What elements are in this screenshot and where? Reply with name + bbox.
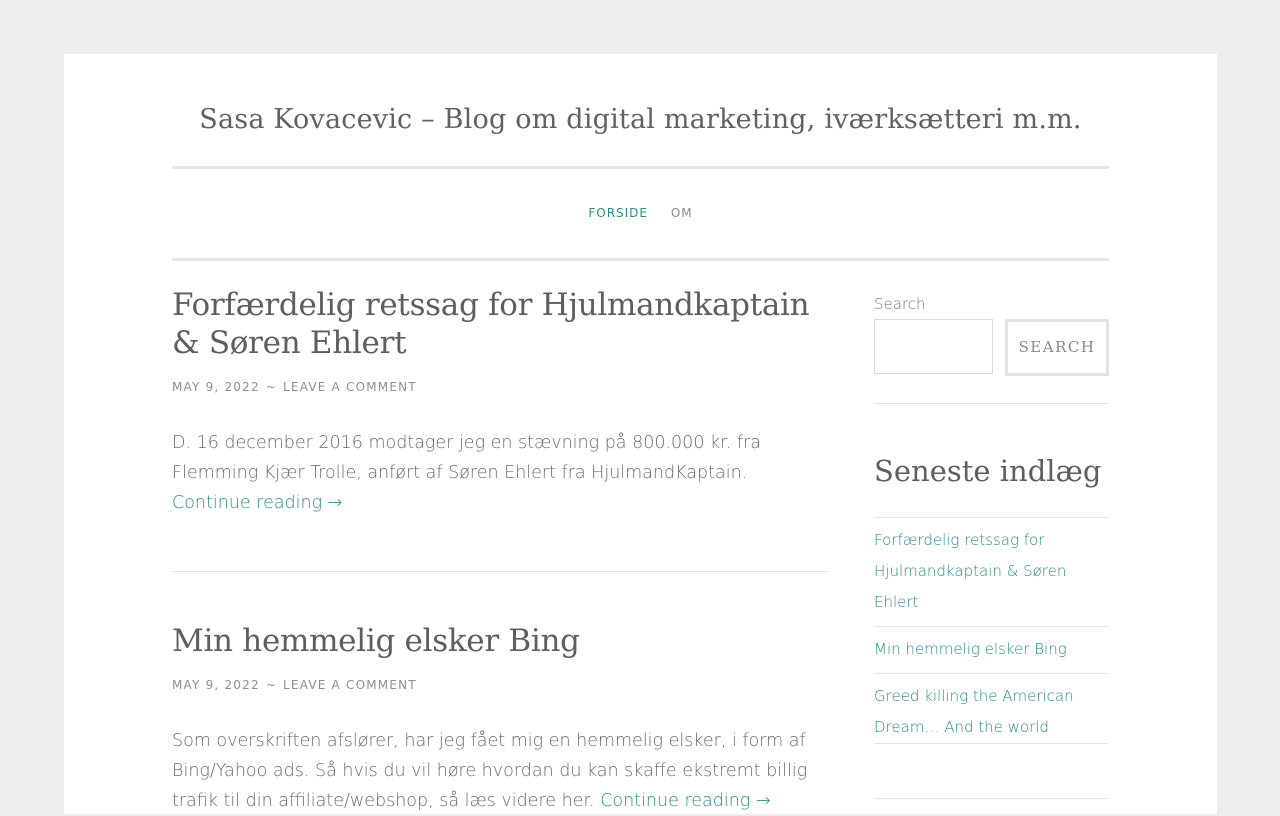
nav-item-forside[interactable]: Forside <box>588 206 648 220</box>
search-input[interactable] <box>874 319 993 374</box>
recent-post-link[interactable]: Forfærdelig retssag for Hjulmandkaptain … <box>874 517 1109 626</box>
nav-divider <box>172 258 1109 261</box>
post: Min hemmelig elsker Bing May 9, 2022 ~ Lea… <box>172 622 828 816</box>
post: Forfærdelig retssag for Hjulmandkaptain … <box>172 286 828 518</box>
continue-reading-link[interactable]: Continue reading → <box>600 791 770 811</box>
post-excerpt: D. 16 december 2016 modtager jeg en stæv… <box>172 428 828 518</box>
post-title[interactable]: Min hemmelig elsker Bing <box>172 622 828 660</box>
excerpt-text: D. 16 december 2016 modtager jeg en stæv… <box>172 433 761 483</box>
recent-post-link[interactable]: Greed killing the American Dream… And th… <box>874 673 1109 751</box>
page-container: Sasa Kovacevic – Blog om digital marketi… <box>64 54 1217 814</box>
nav-item-om[interactable]: Om <box>671 206 693 220</box>
header-divider <box>172 166 1109 169</box>
sidebar-divider <box>874 743 1109 744</box>
search-label: Search <box>874 295 926 313</box>
post-divider <box>172 571 828 572</box>
post-date[interactable]: May 9, 2022 <box>172 380 260 394</box>
recent-post-link[interactable]: Min hemmelig elsker Bing <box>874 626 1109 673</box>
search-button[interactable]: Search <box>1005 319 1109 376</box>
leave-comment-link[interactable]: Leave a comment <box>283 380 417 394</box>
main-nav: Forside Om <box>172 206 1109 220</box>
leave-comment-link[interactable]: Leave a comment <box>283 678 417 692</box>
post-date[interactable]: May 9, 2022 <box>172 678 260 692</box>
site-title[interactable]: Sasa Kovacevic – Blog om digital marketi… <box>172 104 1109 135</box>
recent-posts-list: Forfærdelig retssag for Hjulmandkaptain … <box>874 517 1109 751</box>
post-excerpt: Som overskriften afslører, har jeg fået … <box>172 726 828 816</box>
recent-posts-title: Seneste indlæg <box>874 454 1102 488</box>
continue-reading-link[interactable]: Continue reading → <box>172 493 342 513</box>
post-title[interactable]: Forfærdelig retssag for Hjulmandkaptain … <box>172 286 828 362</box>
sidebar-divider <box>874 403 1109 404</box>
post-meta: May 9, 2022 ~ Leave a comment <box>172 678 828 692</box>
sidebar-divider <box>874 798 1109 799</box>
meta-separator: ~ <box>265 380 278 394</box>
meta-separator: ~ <box>265 678 278 692</box>
post-meta: May 9, 2022 ~ Leave a comment <box>172 380 828 394</box>
